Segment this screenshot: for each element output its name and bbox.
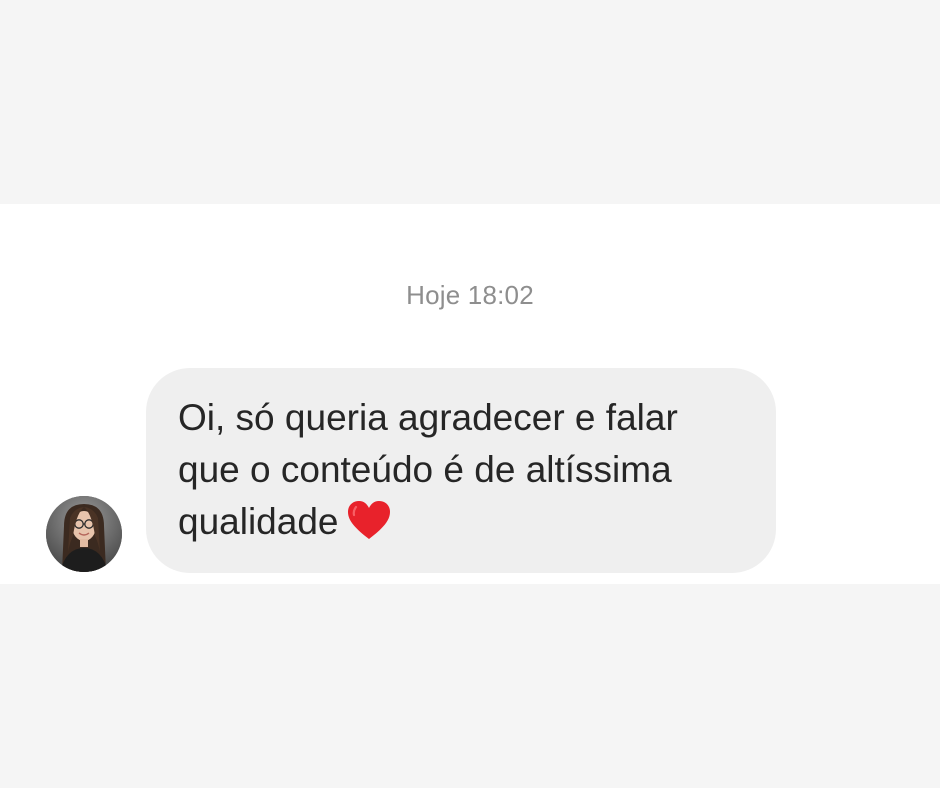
sender-avatar[interactable] — [46, 496, 122, 572]
heart-icon — [346, 499, 392, 555]
chat-panel: Hoje 18:02 Oi, só queria agradecer e fal… — [0, 204, 940, 584]
message-text: Oi, só queria agradecer e falar que o co… — [178, 392, 744, 555]
message-body: Oi, só queria agradecer e falar que o co… — [178, 397, 678, 542]
profile-photo-image — [46, 496, 122, 572]
message-bubble[interactable]: Oi, só queria agradecer e falar que o co… — [146, 368, 776, 573]
message-timestamp: Hoje 18:02 — [406, 280, 534, 310]
